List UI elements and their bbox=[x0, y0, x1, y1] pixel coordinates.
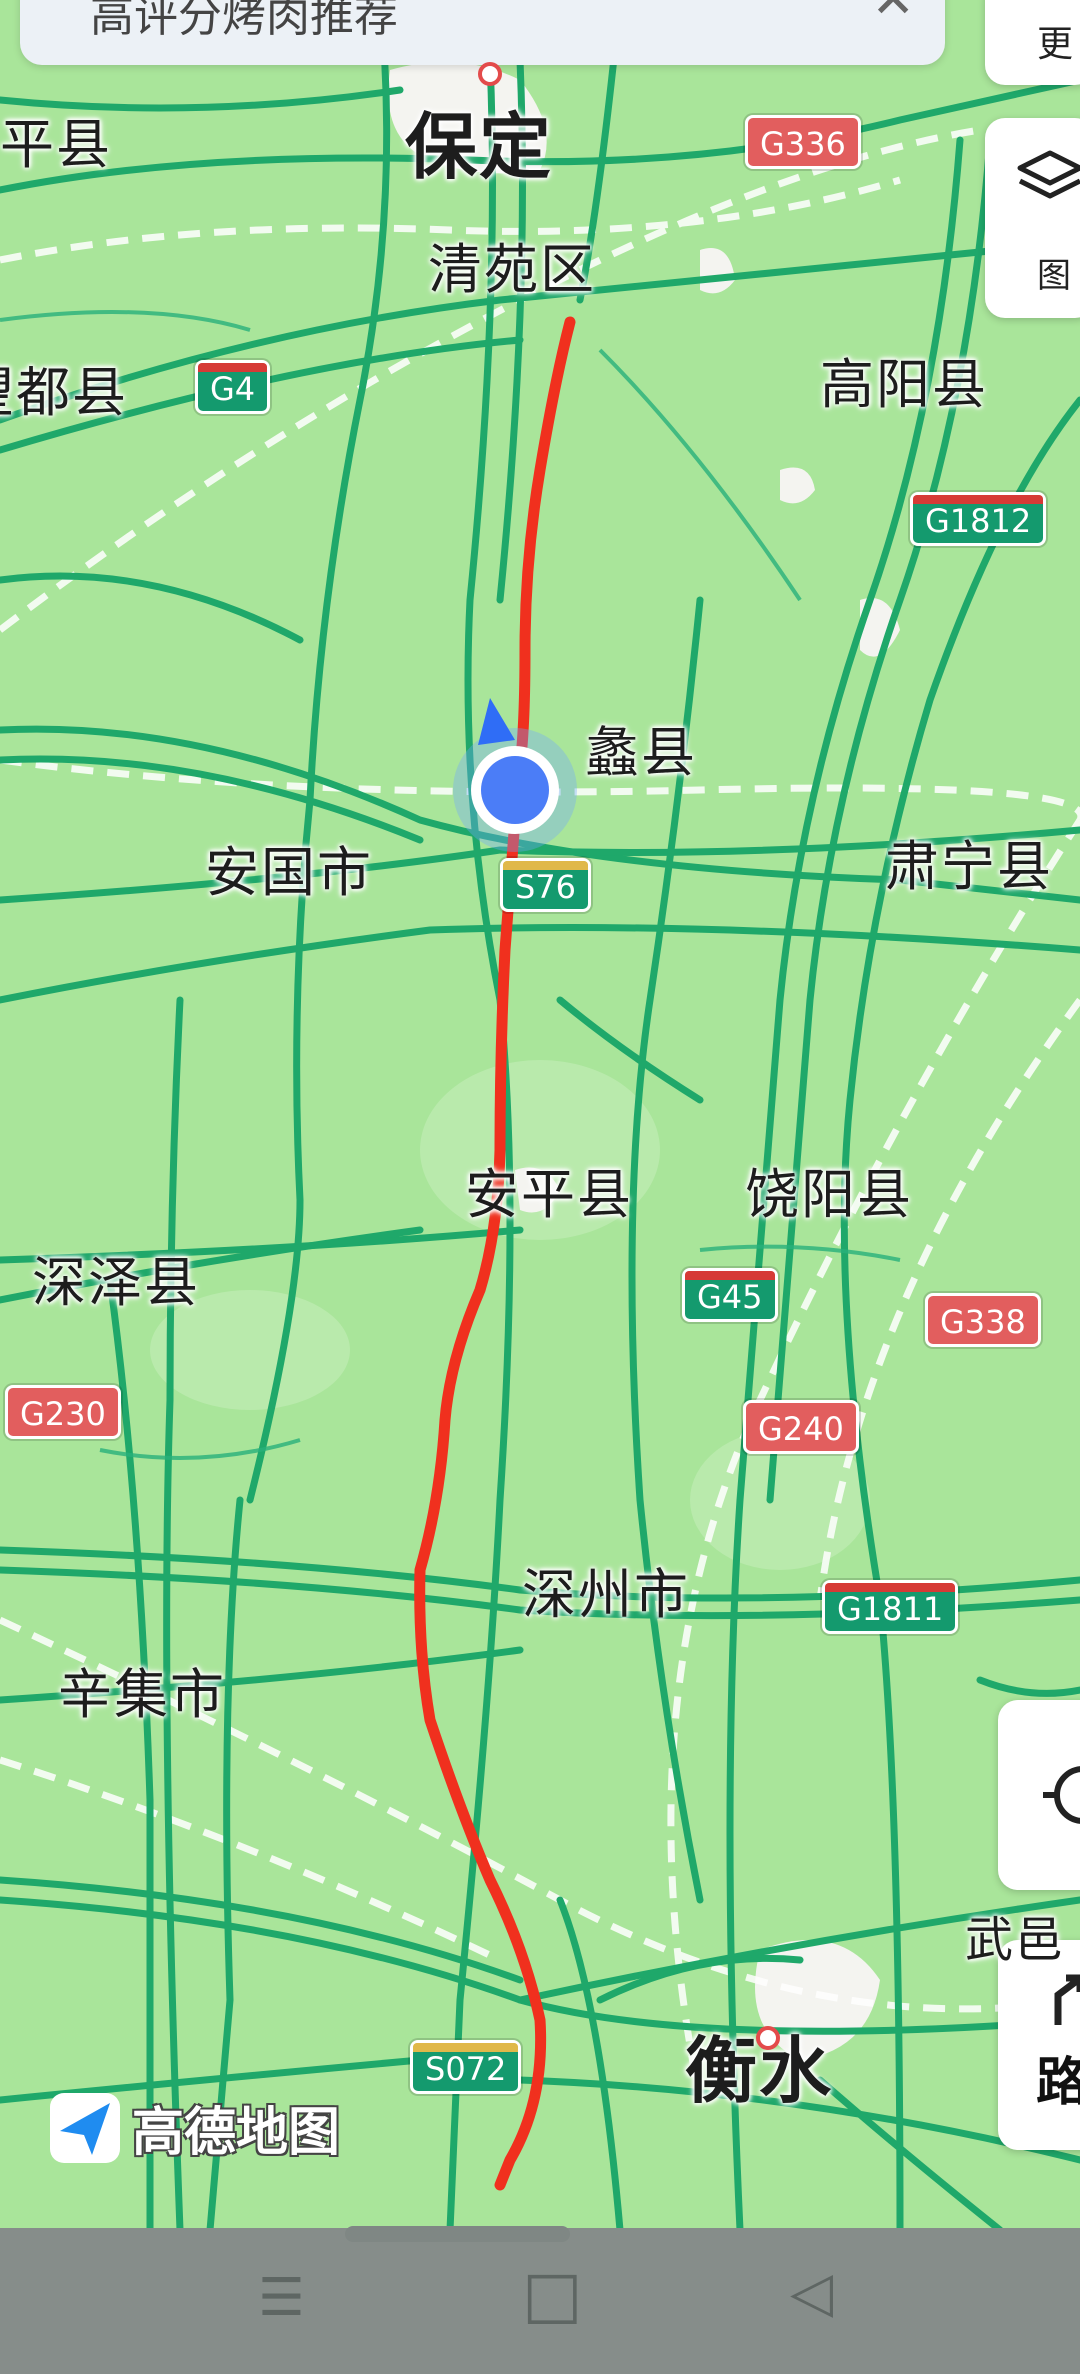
place-label: 肃宁县 bbox=[885, 835, 1053, 898]
locate-button[interactable] bbox=[998, 1700, 1080, 1890]
search-bar[interactable]: 高评分烤肉推荐 ✕ bbox=[20, 0, 945, 65]
amap-logo: 高德地图 bbox=[50, 2090, 340, 2165]
layers-label: 图 bbox=[1037, 256, 1071, 296]
place-label: 安国市 bbox=[205, 841, 373, 904]
place-label: 衡水 bbox=[685, 2029, 834, 2113]
road-shield: G338 bbox=[925, 1293, 1041, 1347]
road-shield: G230 bbox=[5, 1385, 121, 1439]
route-label: 路 bbox=[1036, 2053, 1080, 2113]
place-label: 饶阳县 bbox=[745, 1163, 913, 1226]
place-label: 望都县 bbox=[0, 361, 128, 424]
place-label: 高阳县 bbox=[820, 353, 988, 416]
home-icon[interactable]: □ bbox=[522, 2258, 582, 2332]
road-shield: S072 bbox=[410, 2040, 522, 2094]
place-label: 保定 bbox=[405, 105, 554, 189]
more-label: 更 bbox=[1037, 24, 1074, 65]
amap-logo-icon bbox=[50, 2092, 120, 2163]
amap-logo-text: 高德地图 bbox=[132, 2103, 341, 2163]
road-shield: G240 bbox=[743, 1400, 859, 1454]
home-indicator[interactable] bbox=[345, 2226, 570, 2242]
place-label: 武邑 bbox=[965, 1912, 1066, 1968]
close-icon[interactable]: ✕ bbox=[871, 0, 915, 30]
road-shield: G1812 bbox=[910, 492, 1047, 546]
back-icon[interactable]: ◁ bbox=[790, 2260, 833, 2325]
place-label: 深泽县 bbox=[32, 1251, 200, 1314]
search-text: 高评分烤肉推荐 bbox=[90, 0, 398, 42]
road-shield: G4 bbox=[195, 360, 271, 414]
town-dot bbox=[756, 2026, 780, 2050]
place-label: 清苑区 bbox=[428, 238, 596, 301]
route-icon bbox=[1054, 1974, 1080, 2025]
more-button[interactable]: 更 bbox=[985, 0, 1080, 85]
place-label: 蠡县 bbox=[585, 721, 697, 784]
layers-icon bbox=[1017, 150, 1080, 199]
road-shield: S76 bbox=[500, 858, 592, 912]
road-shield: G1811 bbox=[822, 1580, 959, 1634]
place-label: 深州市 bbox=[522, 1563, 690, 1626]
bottom-navigation-bar: ☰ □ ◁ bbox=[0, 2228, 1080, 2374]
menu-icon[interactable]: ☰ bbox=[258, 2268, 305, 2328]
place-label: 辛集市 bbox=[58, 1663, 226, 1726]
town-dot bbox=[478, 62, 502, 86]
road-shield: G336 bbox=[745, 115, 861, 169]
place-label: 平县 bbox=[0, 113, 112, 176]
place-label: 安平县 bbox=[465, 1163, 633, 1226]
locate-icon bbox=[1043, 1766, 1080, 1824]
road-shield: G45 bbox=[682, 1268, 778, 1322]
route-button[interactable]: 路 bbox=[998, 1940, 1080, 2150]
layers-button[interactable]: 图 bbox=[985, 118, 1080, 318]
